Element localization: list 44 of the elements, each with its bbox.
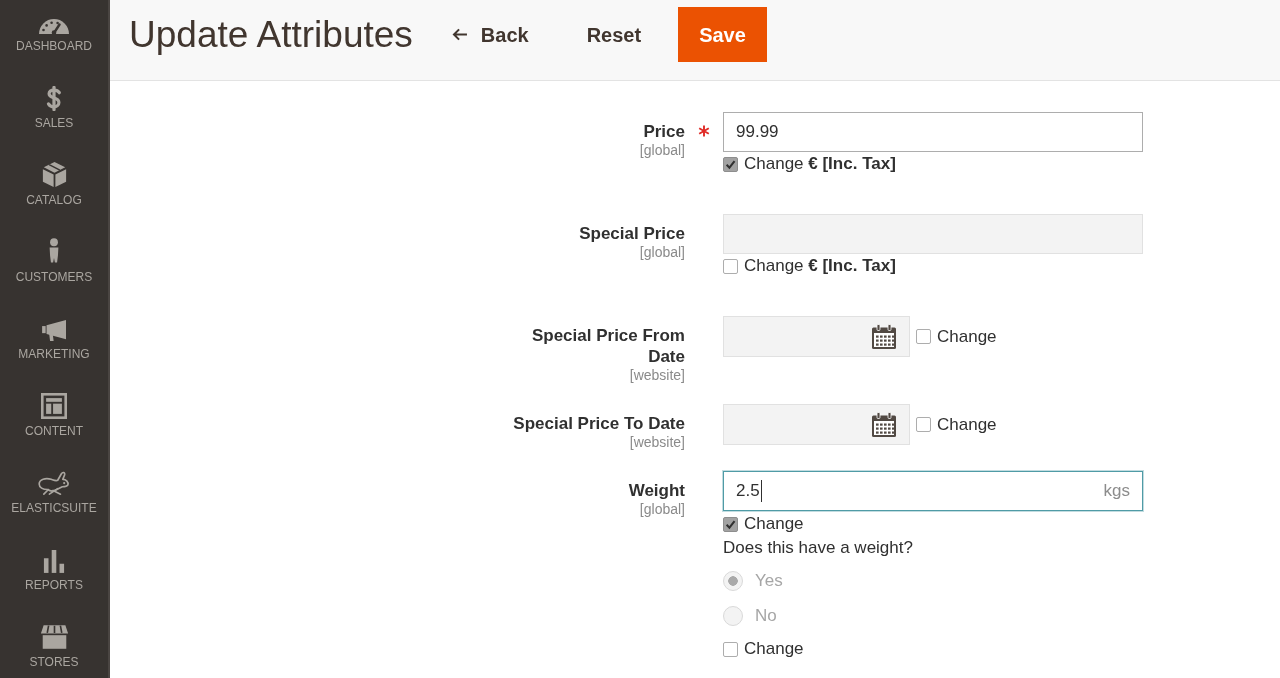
scope-label: [global]	[639, 142, 685, 159]
sidebar-item[interactable]: MARKETING	[0, 308, 108, 362]
sidebar-item[interactable]: DASHBOARD	[0, 0, 108, 54]
text-cursor-icon	[760, 480, 762, 502]
person-icon	[47, 237, 61, 265]
question-text: Does this have a weight?	[723, 537, 914, 559]
checkbox[interactable]	[723, 516, 738, 532]
unit-suffix: kgs	[1103, 480, 1130, 503]
checkmark-icon	[725, 518, 736, 530]
back-button[interactable]: Back	[439, 7, 541, 62]
megaphone-icon	[40, 319, 68, 342]
sidebar-item[interactable]: CONTENT	[0, 385, 108, 439]
sidebar-item[interactable]: SALES	[0, 77, 108, 131]
scope-label: [global]	[639, 244, 685, 261]
checkbox-label[interactable]: Change	[744, 513, 804, 535]
save-button[interactable]: Save	[678, 7, 767, 62]
storefront-icon	[39, 624, 69, 650]
checkmark-icon	[725, 158, 736, 170]
scope-label: [global]	[639, 501, 685, 518]
sidebar-item[interactable]: CATALOG	[0, 154, 108, 208]
sidebar-item[interactable]: REPORTS	[0, 539, 108, 593]
scope-label: [website]	[629, 434, 685, 451]
gauge-icon	[38, 17, 70, 34]
input-field[interactable]: 99.99	[723, 112, 1143, 152]
dollar-icon	[45, 86, 63, 111]
page-title: Update Attributes	[129, 13, 413, 57]
rabbit-icon	[37, 471, 71, 496]
field-label: Weight	[628, 480, 685, 501]
scope-label: [website]	[629, 367, 685, 384]
field-label: Special Price	[579, 223, 685, 244]
box-icon	[41, 161, 67, 188]
sidebar-item[interactable]: ELASTICSUITE	[0, 462, 108, 516]
checkbox[interactable]	[723, 156, 738, 172]
field-label: Price	[643, 121, 685, 142]
sidebar-item[interactable]: CUSTOMERS	[0, 231, 108, 285]
input-field[interactable]: 2.5 kgs	[723, 471, 1143, 511]
checkbox-label[interactable]: Change € [Inc. Tax]	[744, 153, 896, 175]
arrow-left-icon	[451, 28, 468, 41]
layout-icon	[41, 393, 67, 419]
sidebar-item[interactable]: STORES	[0, 616, 108, 670]
bar-chart-icon	[43, 549, 65, 573]
reset-button[interactable]: Reset	[574, 7, 654, 62]
field-label: Special Price To Date	[513, 413, 685, 434]
field-label: Special Price From Date	[530, 325, 685, 367]
